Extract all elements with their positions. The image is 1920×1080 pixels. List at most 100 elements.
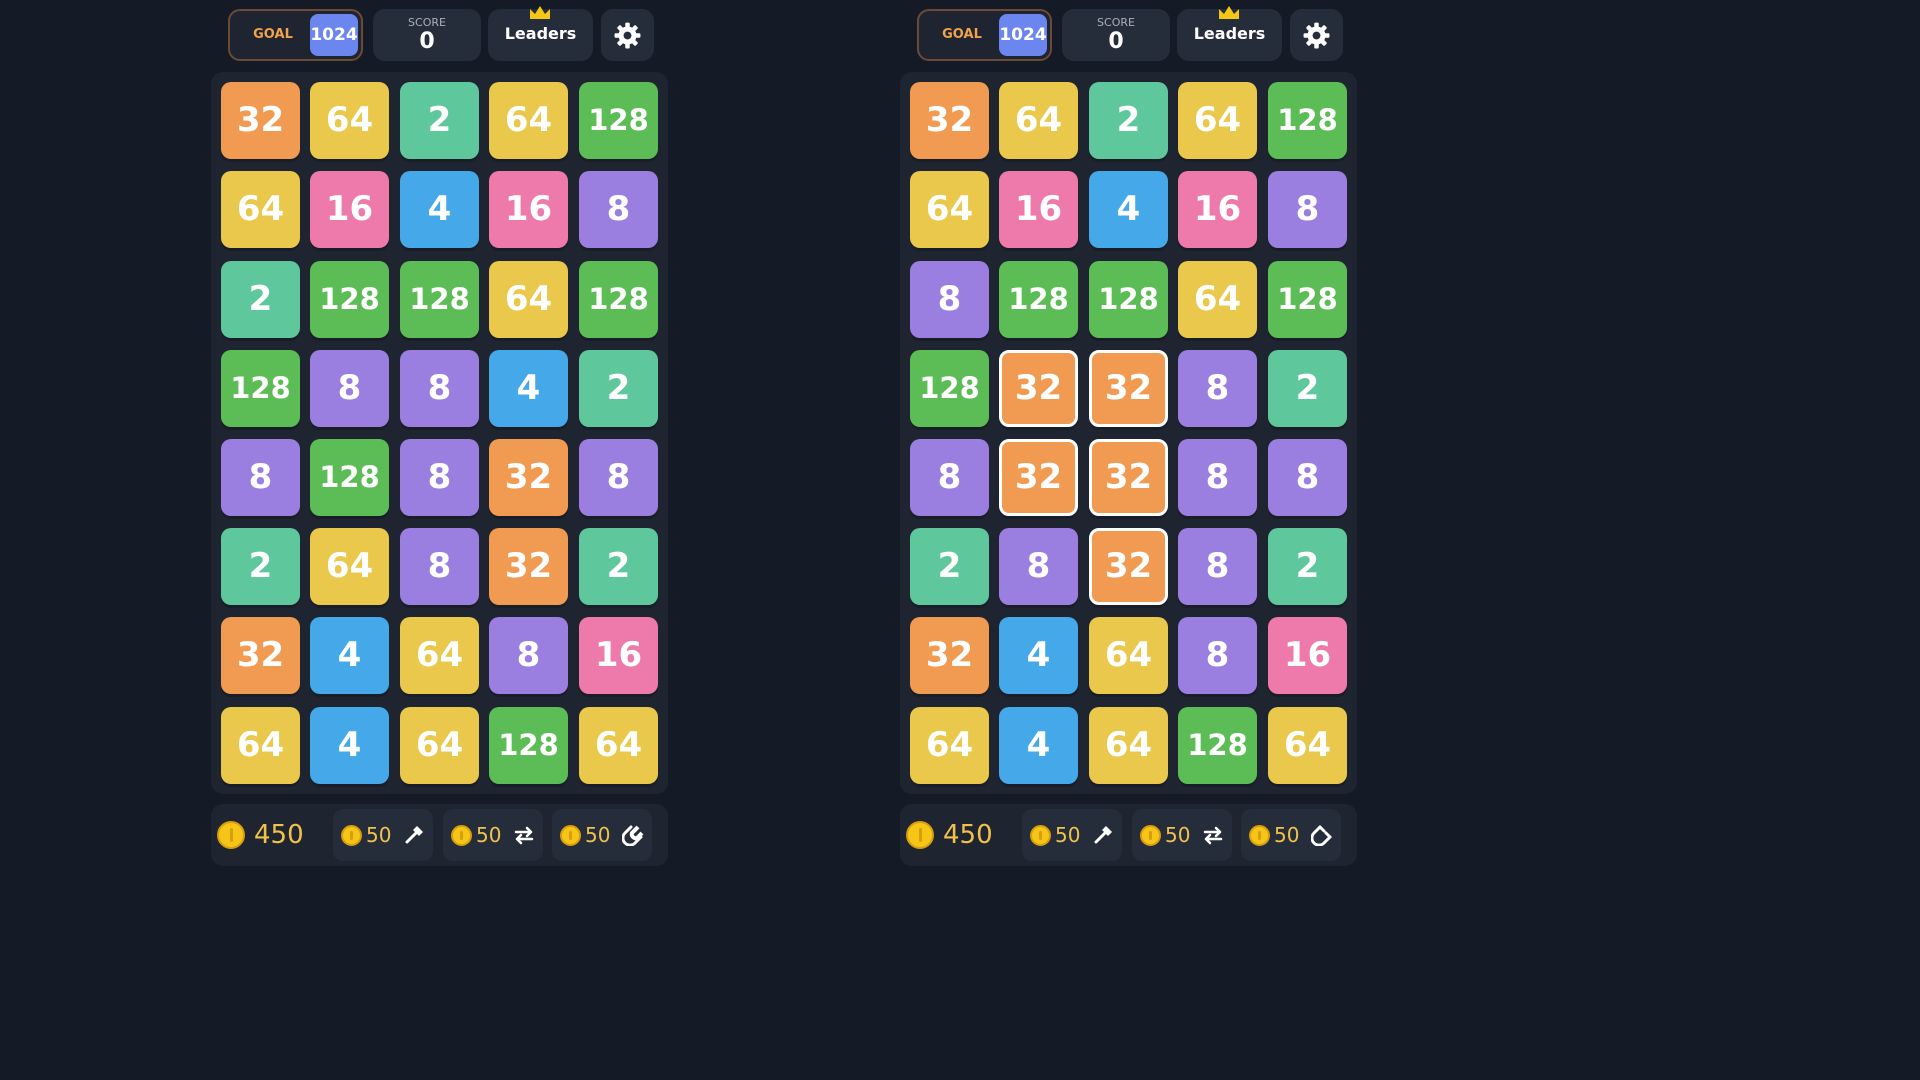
tile-2[interactable]: 2 [1268,528,1347,605]
tile-2[interactable]: 2 [221,261,300,338]
tile-64[interactable]: 64 [999,82,1078,159]
tile-8[interactable]: 8 [1178,350,1257,427]
coin-icon [560,825,581,846]
magnet-powerup-button[interactable]: 50 [552,809,652,861]
tile-64[interactable]: 64 [221,171,300,248]
hammer-icon [1094,826,1112,844]
hammer-powerup-button[interactable]: 50 [1022,809,1122,861]
tile-64[interactable]: 64 [910,171,989,248]
tile-64[interactable]: 64 [310,528,389,605]
tile-128[interactable]: 128 [999,261,1078,338]
tile-8[interactable]: 8 [579,439,658,516]
tile-64[interactable]: 64 [1268,707,1347,784]
tile-2[interactable]: 2 [910,528,989,605]
tile-2[interactable]: 2 [579,350,658,427]
tile-2[interactable]: 2 [579,528,658,605]
powerup-bar: 450 50 50 50 [900,804,1357,866]
tile-64[interactable]: 64 [1178,82,1257,159]
tile-32[interactable]: 32 [910,617,989,694]
tile-8[interactable]: 8 [910,439,989,516]
tile-64[interactable]: 64 [910,707,989,784]
tile-128[interactable]: 128 [910,350,989,427]
tile-32[interactable]: 32 [489,528,568,605]
tile-128[interactable]: 128 [310,439,389,516]
tile-8[interactable]: 8 [1268,439,1347,516]
tile-64[interactable]: 64 [1089,617,1168,694]
tile-128[interactable]: 128 [1178,707,1257,784]
tile-4[interactable]: 4 [489,350,568,427]
tile-64[interactable]: 64 [400,617,479,694]
tile-8[interactable]: 8 [1178,528,1257,605]
score-value: 0 [1108,29,1124,54]
hammer-powerup-button[interactable]: 50 [333,809,433,861]
settings-button[interactable] [601,9,654,61]
tile-128[interactable]: 128 [1268,82,1347,159]
goal-value-badge: 1024 [999,14,1047,56]
tile-32[interactable]: 32 [221,82,300,159]
tile-2[interactable]: 2 [1089,82,1168,159]
tile-8[interactable]: 8 [999,528,1078,605]
swap-powerup-button[interactable]: 50 [1132,809,1232,861]
tile-128[interactable]: 128 [221,350,300,427]
tile-128[interactable]: 128 [1268,261,1347,338]
tile-8[interactable]: 8 [310,350,389,427]
tile-8[interactable]: 8 [1178,439,1257,516]
tile-8[interactable]: 8 [400,350,479,427]
tile-8[interactable]: 8 [221,439,300,516]
tile-4[interactable]: 4 [1089,171,1168,248]
tile-4[interactable]: 4 [310,707,389,784]
tile-4[interactable]: 4 [310,617,389,694]
tile-4[interactable]: 4 [400,171,479,248]
tile-4[interactable]: 4 [999,617,1078,694]
coin-balance-value: 450 [254,820,304,850]
tile-32[interactable]: 32 [910,82,989,159]
tile-128[interactable]: 128 [579,261,658,338]
tile-32[interactable]: 32 [1089,439,1168,516]
tile-16[interactable]: 16 [579,617,658,694]
tile-8[interactable]: 8 [910,261,989,338]
tile-32[interactable]: 32 [221,617,300,694]
tile-16[interactable]: 16 [489,171,568,248]
tile-8[interactable]: 8 [489,617,568,694]
tile-32[interactable]: 32 [489,439,568,516]
tile-64[interactable]: 64 [489,82,568,159]
swap-powerup-button[interactable]: 50 [443,809,543,861]
tile-16[interactable]: 16 [1268,617,1347,694]
settings-button[interactable] [1290,9,1343,61]
tile-128[interactable]: 128 [489,707,568,784]
tile-64[interactable]: 64 [1089,707,1168,784]
tile-8[interactable]: 8 [400,439,479,516]
tile-2[interactable]: 2 [221,528,300,605]
goal-indicator: GOAL 1024 [917,9,1052,61]
game-panel-left: GOAL 1024 SCORE 0 Leaders 32 64 2 64 128… [210,0,668,882]
tile-64[interactable]: 64 [400,707,479,784]
tile-2[interactable]: 2 [1268,350,1347,427]
tile-8[interactable]: 8 [1268,171,1347,248]
tile-128[interactable]: 128 [1089,261,1168,338]
tile-32[interactable]: 32 [1089,350,1168,427]
tile-64[interactable]: 64 [1178,261,1257,338]
tile-16[interactable]: 16 [1178,171,1257,248]
tile-32[interactable]: 32 [1089,528,1168,605]
coin-balance-value: 450 [943,820,993,850]
leaders-button[interactable]: Leaders [488,6,593,61]
tile-64[interactable]: 64 [310,82,389,159]
tile-64[interactable]: 64 [579,707,658,784]
tile-128[interactable]: 128 [310,261,389,338]
tile-16[interactable]: 16 [999,171,1078,248]
tile-64[interactable]: 64 [489,261,568,338]
tile-64[interactable]: 64 [221,707,300,784]
tile-8[interactable]: 8 [579,171,658,248]
tile-8[interactable]: 8 [1178,617,1257,694]
tile-8[interactable]: 8 [400,528,479,605]
powerup-cost: 50 [585,823,611,847]
tile-4[interactable]: 4 [999,707,1078,784]
tile-2[interactable]: 2 [400,82,479,159]
tile-128[interactable]: 128 [400,261,479,338]
tile-16[interactable]: 16 [310,171,389,248]
magnet-powerup-button[interactable]: 50 [1241,809,1341,861]
tile-128[interactable]: 128 [579,82,658,159]
tile-32[interactable]: 32 [999,439,1078,516]
leaders-button[interactable]: Leaders [1177,6,1282,61]
tile-32[interactable]: 32 [999,350,1078,427]
